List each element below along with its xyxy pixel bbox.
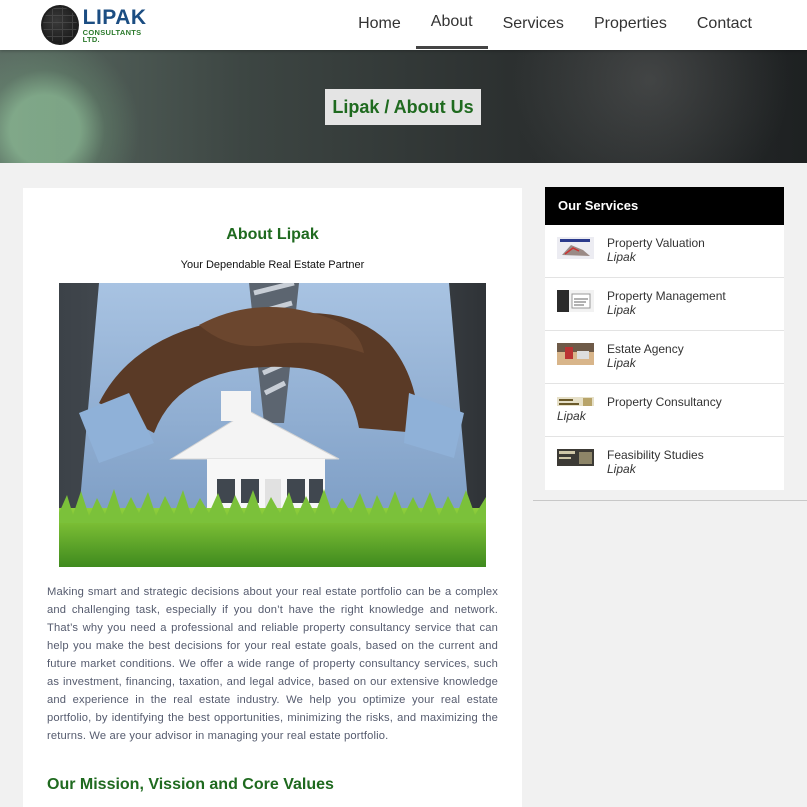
brand-name: LIPAK — [82, 5, 147, 29]
brand-logo[interactable]: LIPAK CONSULTANTS LTD. — [41, 4, 156, 46]
services-sidebar: Our Services Property Valuation Lipak Pr… — [545, 187, 784, 490]
about-content: About Lipak Your Dependable Real Estate … — [23, 188, 522, 807]
page-title: Lipak / About Us — [325, 89, 481, 125]
service-name: Feasibility Studies — [607, 448, 704, 462]
service-author: Lipak — [607, 250, 636, 264]
service-item-feasibility[interactable]: Feasibility Studies Lipak — [545, 437, 784, 490]
service-author: Lipak — [607, 462, 636, 476]
nav-properties[interactable]: Properties — [579, 0, 682, 50]
site-header: LIPAK CONSULTANTS LTD. Home About Servic… — [0, 0, 807, 50]
service-name: Property Consultancy — [607, 395, 722, 409]
feasibility-thumbnail — [557, 449, 594, 466]
sidebar-divider — [533, 500, 807, 501]
valuation-thumbnail — [557, 237, 594, 259]
consultancy-thumbnail — [557, 395, 594, 406]
nav-services[interactable]: Services — [488, 0, 579, 50]
nav-about[interactable]: About — [415, 0, 488, 50]
sidebar-heading: Our Services — [545, 187, 784, 225]
hero-banner: Lipak / About Us — [0, 50, 807, 163]
service-item-management[interactable]: Property Management Lipak — [545, 278, 784, 331]
service-item-estate-agency[interactable]: Estate Agency Lipak — [545, 331, 784, 384]
service-item-consultancy[interactable]: Property Consultancy Lipak — [545, 384, 784, 437]
nav-home[interactable]: Home — [343, 0, 416, 50]
service-author: Lipak — [557, 409, 586, 423]
about-heading: About Lipak — [226, 226, 319, 243]
about-paragraph: Making smart and strategic decisions abo… — [47, 586, 498, 742]
service-author: Lipak — [607, 356, 636, 370]
logo-mark-icon — [41, 5, 79, 45]
estate-agency-thumbnail — [557, 343, 594, 365]
brand-subtitle: CONSULTANTS LTD. — [82, 27, 142, 44]
mission-heading: Our Mission, Vission and Core Values — [47, 776, 334, 793]
service-name: Property Valuation — [607, 236, 705, 250]
service-author: Lipak — [607, 303, 636, 317]
main-nav: Home About Services Properties Contact — [343, 0, 767, 50]
about-subheading: Your Dependable Real Estate Partner — [180, 259, 365, 271]
management-thumbnail — [557, 290, 594, 312]
service-name: Property Management — [607, 289, 726, 303]
nav-contact[interactable]: Contact — [682, 0, 767, 50]
about-hero-image — [59, 283, 486, 567]
service-item-valuation[interactable]: Property Valuation Lipak — [545, 225, 784, 278]
service-name: Estate Agency — [607, 342, 684, 356]
